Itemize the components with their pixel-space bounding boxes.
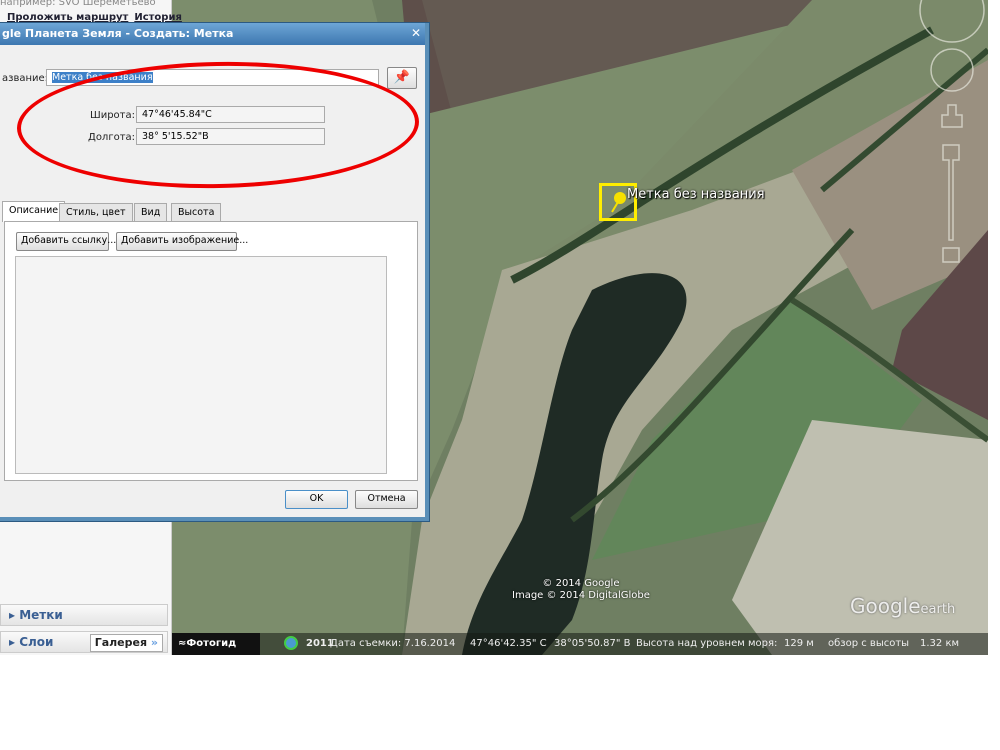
status-bar: ≈ Фотогид 2011 Дата съемки: 7.16.2014 47… (172, 633, 988, 655)
logo-earth: earth (920, 602, 956, 617)
places-panel-header[interactable]: ▸ Метки (0, 604, 168, 626)
cancel-button[interactable]: Отмена (355, 490, 418, 509)
google-earth-logo: Googleearth (850, 594, 955, 618)
copyright-google: © 2014 Google (542, 578, 620, 589)
tab-description[interactable]: Описание (2, 201, 66, 222)
eye-altitude-label: обзор с высоты (828, 638, 910, 649)
layers-label: Слои (19, 635, 54, 649)
elevation-value: 129 м (784, 638, 814, 649)
route-link[interactable]: Проложить маршрут (7, 12, 128, 23)
name-label: азвание: (2, 73, 49, 84)
imagery-date: Дата съемки: 7.16.2014 (330, 638, 456, 649)
history-link[interactable]: История (134, 12, 182, 23)
eye-altitude-value: 1.32 км (920, 638, 960, 649)
tab-style-color[interactable]: Стиль, цвет (59, 203, 133, 222)
add-link-button[interactable]: Добавить ссылку... (16, 232, 116, 251)
elevation-label: Высота над уровнем моря: (636, 638, 778, 649)
chevron-right-icon: » (150, 636, 158, 649)
add-image-button[interactable]: Добавить изображение... (116, 232, 248, 251)
search-hint: например: SVO Шереметьево (0, 0, 156, 8)
close-icon[interactable]: ✕ (411, 26, 421, 40)
places-label: Метки (19, 608, 63, 622)
placemark-icon-button[interactable]: 📌 (387, 67, 417, 89)
dialog-title: gle Планета Земля - Создать: Метка (2, 27, 234, 40)
description-textarea[interactable] (15, 256, 387, 474)
cursor-longitude: 38°05'50.87" В (554, 638, 631, 649)
tab-view[interactable]: Вид (134, 203, 168, 222)
layers-panel-header[interactable]: ▸ Слои Галерея » (0, 631, 168, 653)
photoguide-button[interactable]: ≈ Фотогид (172, 633, 260, 655)
gallery-button[interactable]: Галерея » (89, 634, 163, 652)
logo-google: Google (850, 594, 921, 618)
cursor-latitude: 47°46'42.35" С (470, 638, 547, 649)
dialog-titlebar[interactable]: gle Планета Земля - Создать: Метка ✕ (0, 23, 425, 45)
tab-altitude[interactable]: Высота (171, 203, 222, 222)
copyright-digitalglobe: Image © 2014 DigitalGlobe (512, 590, 650, 601)
photoguide-label: Фотогид (186, 638, 237, 649)
ok-button[interactable]: OK (285, 490, 348, 509)
placemark-label: Метка без названия (627, 187, 765, 202)
imagery-copyright: © 2014 Google Image © 2014 DigitalGlobe (512, 578, 650, 602)
historical-imagery-clock-icon[interactable] (284, 636, 298, 650)
description-panel: Добавить ссылку... Добавить изображение.… (4, 221, 418, 481)
pushpin-icon: 📌 (393, 70, 411, 85)
gallery-label: Галерея (94, 636, 148, 649)
